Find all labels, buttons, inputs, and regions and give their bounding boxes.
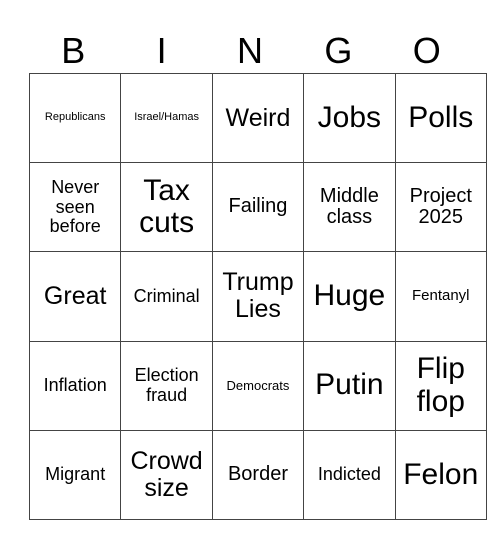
bingo-cell[interactable]: Middle class: [303, 162, 396, 253]
bingo-cell[interactable]: Tax cuts: [120, 162, 213, 253]
grid-row: Migrant Crowd size Border Indicted Felon: [28, 429, 487, 520]
bingo-cell[interactable]: Huge: [303, 251, 396, 342]
bingo-cell[interactable]: Trump Lies: [211, 251, 305, 342]
header-letter-o: O: [412, 30, 441, 71]
grid-row: Inflation Election fraud Democrats Putin…: [28, 340, 487, 431]
bingo-cell[interactable]: Failing: [211, 162, 305, 253]
bingo-cell[interactable]: Indicted: [303, 429, 396, 520]
bingo-header: B I N G O: [29, 28, 471, 73]
grid-row: Republicans Israel/Hamas Weird Jobs Poll…: [28, 72, 487, 164]
header-letter-g: G: [324, 30, 353, 71]
bingo-cell[interactable]: Project 2025: [394, 162, 487, 253]
bingo-cell[interactable]: Great: [28, 251, 122, 342]
bingo-cell[interactable]: Fentanyl: [394, 251, 487, 342]
bingo-cell[interactable]: Election fraud: [120, 340, 213, 431]
bingo-cell[interactable]: Weird: [211, 72, 305, 164]
bingo-cell[interactable]: Migrant: [28, 429, 122, 520]
bingo-cell[interactable]: Never seen before: [28, 162, 122, 253]
grid-row: Never seen before Tax cuts Failing Middl…: [28, 162, 487, 253]
header-letter-b: B: [61, 30, 86, 71]
bingo-cell[interactable]: Border: [211, 429, 305, 520]
bingo-cell[interactable]: Felon: [394, 429, 487, 520]
bingo-cell[interactable]: Putin: [303, 340, 396, 431]
bingo-cell[interactable]: Republicans: [28, 72, 122, 164]
bingo-cell[interactable]: Democrats: [211, 340, 305, 431]
bingo-cell[interactable]: Jobs: [303, 72, 396, 164]
grid-row: Great Criminal Trump Lies Huge Fentanyl: [28, 251, 487, 342]
bingo-cell[interactable]: Israel/Hamas: [120, 72, 213, 164]
bingo-cell[interactable]: Crowd size: [120, 429, 213, 520]
header-letter-i: I: [156, 30, 167, 71]
bingo-grid: Republicans Israel/Hamas Weird Jobs Poll…: [28, 72, 487, 520]
bingo-cell[interactable]: Criminal: [120, 251, 213, 342]
bingo-cell[interactable]: Polls: [394, 72, 487, 164]
bingo-cell[interactable]: Flip flop: [394, 340, 487, 431]
bingo-cell[interactable]: Inflation: [28, 340, 122, 431]
header-letter-n: N: [236, 30, 263, 71]
